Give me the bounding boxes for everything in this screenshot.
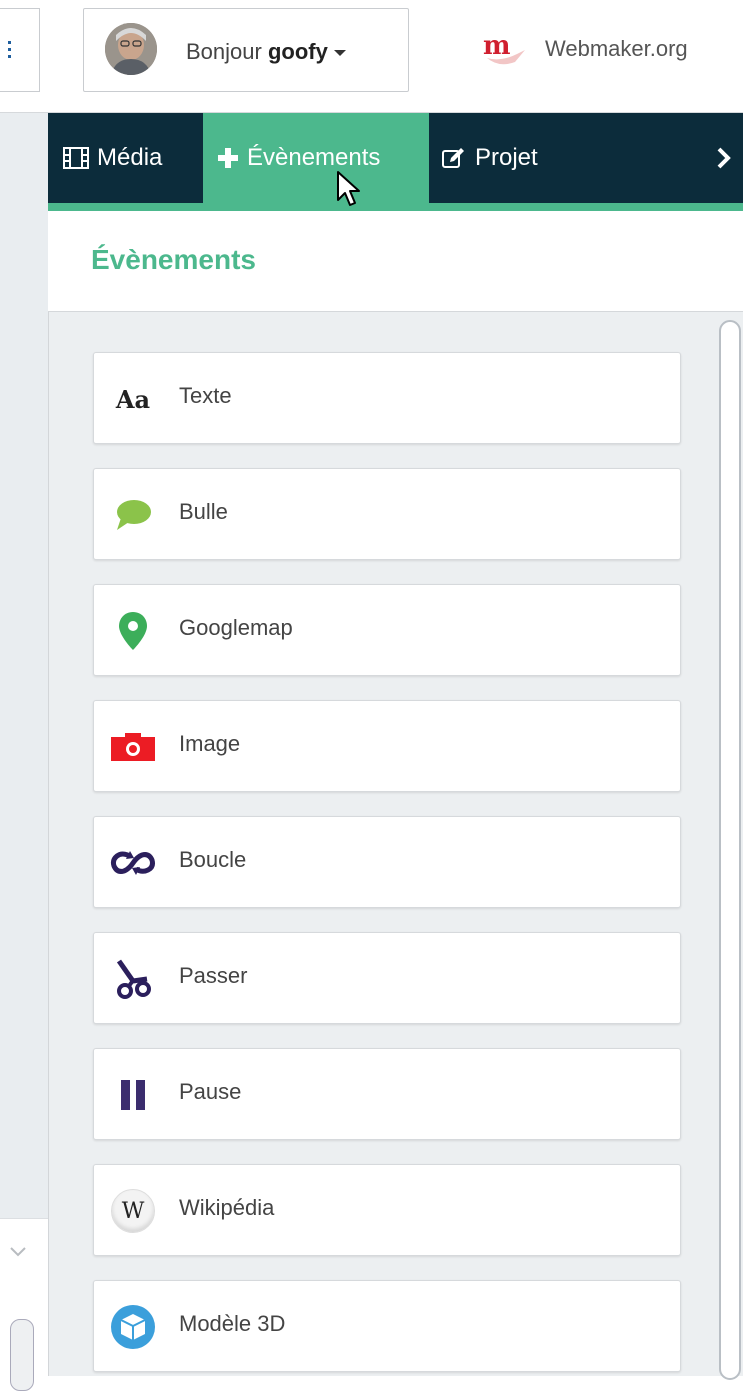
event-item-bulle[interactable]: Bulle	[93, 468, 681, 560]
tab-events[interactable]: Évènements	[203, 113, 429, 203]
panel-header: Évènements	[48, 211, 743, 312]
svg-text:m: m	[483, 31, 511, 61]
map-pin-icon	[110, 608, 156, 654]
text-aa-icon: Aa	[115, 384, 151, 414]
event-label: Passer	[179, 963, 248, 988]
event-item-modele-3d[interactable]: Modèle 3D	[93, 1280, 681, 1372]
event-item-texte[interactable]: Aa Texte	[93, 352, 681, 444]
tab-media-label: Média	[97, 144, 163, 171]
film-icon	[63, 147, 89, 169]
tab-events-label: Évènements	[247, 144, 381, 171]
scissors-icon	[110, 956, 156, 1002]
menu-button[interactable]	[0, 8, 40, 92]
edit-icon	[442, 148, 464, 168]
event-item-pause[interactable]: Pause	[93, 1048, 681, 1140]
tabs-underline	[48, 203, 743, 211]
username: goofy	[267, 39, 328, 64]
cube-icon	[110, 1304, 156, 1350]
mouse-cursor-icon	[337, 171, 360, 206]
plus-icon	[218, 148, 238, 168]
scrollbar[interactable]	[10, 1319, 34, 1391]
event-label: Googlemap	[179, 615, 293, 640]
tabs-next-button[interactable]	[716, 113, 740, 203]
webmaker-text: Webmaker.org	[545, 36, 688, 61]
event-item-image[interactable]: Image	[93, 700, 681, 792]
tab-project[interactable]: Projet	[441, 113, 538, 203]
caret-down-icon	[333, 50, 346, 57]
event-label: Image	[179, 731, 241, 756]
event-label: Wikipédia	[179, 1195, 275, 1220]
avatar	[105, 23, 157, 75]
events-list: Aa Texte Bulle Googlemap Image Boucle Pa…	[48, 312, 743, 1380]
greeting-text: Bonjour	[186, 39, 262, 64]
user-greeting: Bonjour goofy	[186, 39, 346, 65]
tab-media[interactable]: Média	[63, 113, 162, 203]
pause-icon	[110, 1072, 156, 1118]
event-label: Pause	[179, 1079, 242, 1104]
event-item-boucle[interactable]: Boucle	[93, 816, 681, 908]
event-item-wikipedia[interactable]: W Wikipédia	[93, 1164, 681, 1256]
user-menu-button[interactable]: Bonjour goofy	[83, 8, 409, 92]
menu-dots-icon	[8, 41, 12, 61]
editor-tabs: Média Évènements Projet	[48, 113, 743, 203]
event-item-passer[interactable]: Passer	[93, 932, 681, 1024]
left-panel-edge	[0, 113, 48, 1218]
event-label: Boucle	[179, 847, 247, 872]
panel-title: Évènements	[91, 244, 256, 275]
event-label: Texte	[179, 383, 232, 408]
event-label: Modèle 3D	[179, 1311, 286, 1336]
loop-icon	[110, 840, 156, 886]
event-label: Bulle	[179, 499, 228, 524]
top-bar: Bonjour goofy m Webmaker.org	[0, 0, 743, 113]
webmaker-logo-icon: m	[483, 31, 525, 65]
tab-project-label: Projet	[475, 144, 538, 171]
speech-bubble-icon	[110, 492, 156, 538]
wikipedia-icon: W	[110, 1188, 156, 1234]
chevron-right-icon	[717, 147, 731, 169]
event-item-googlemap[interactable]: Googlemap	[93, 584, 681, 676]
events-scrollbar[interactable]	[719, 320, 741, 1380]
camera-icon	[110, 724, 156, 770]
chevron-down-icon[interactable]	[10, 1247, 26, 1257]
left-panel-lower	[0, 1218, 48, 1391]
